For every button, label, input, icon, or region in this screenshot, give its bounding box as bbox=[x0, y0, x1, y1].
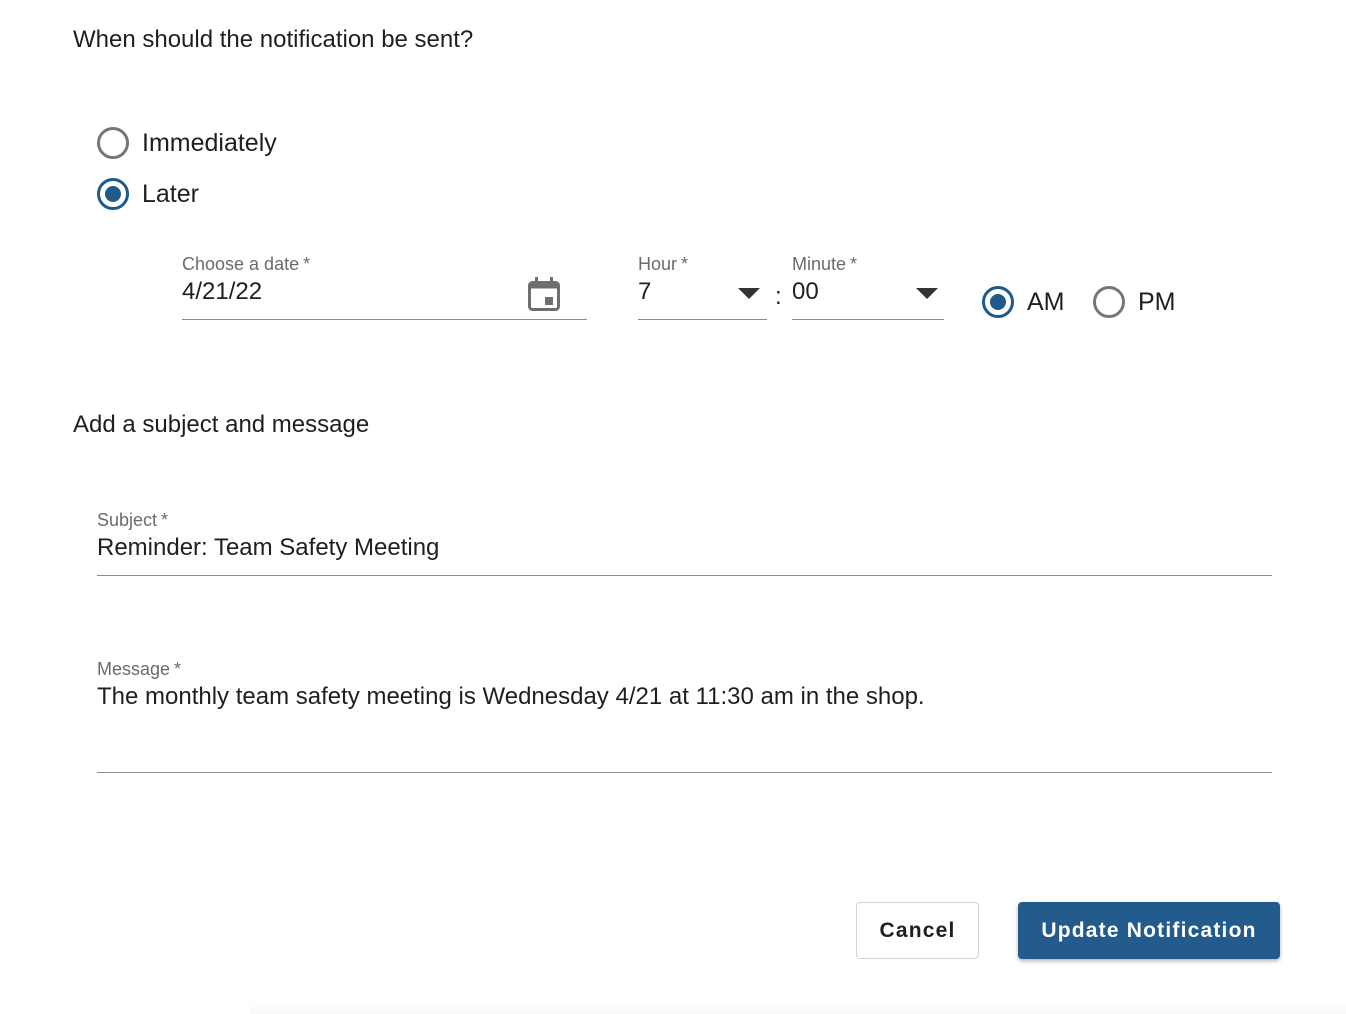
minute-underline bbox=[792, 319, 944, 320]
subject-label-text: Subject bbox=[97, 510, 158, 530]
required-mark: * bbox=[303, 254, 311, 274]
cancel-button[interactable]: Cancel bbox=[856, 902, 979, 959]
radio-pm-indicator[interactable] bbox=[1093, 286, 1125, 318]
radio-pm-label: PM bbox=[1138, 287, 1176, 316]
date-underline bbox=[182, 319, 587, 320]
required-mark: * bbox=[161, 510, 169, 530]
notification-form: When should the notification be sent? Im… bbox=[0, 0, 1346, 1014]
caret-down-icon[interactable] bbox=[916, 288, 938, 299]
message-textarea[interactable]: The monthly team safety meeting is Wedne… bbox=[97, 683, 925, 711]
date-label: Choose a date * bbox=[182, 254, 310, 275]
update-notification-button[interactable]: Update Notification bbox=[1018, 902, 1280, 959]
subject-field[interactable]: Subject * Reminder: Team Safety Meeting bbox=[97, 510, 1272, 578]
calendar-icon[interactable] bbox=[527, 276, 561, 312]
radio-immediately-label: Immediately bbox=[142, 128, 277, 157]
date-input[interactable]: 4/21/22 bbox=[182, 278, 262, 306]
minute-label-text: Minute bbox=[792, 254, 847, 274]
subject-input[interactable]: Reminder: Team Safety Meeting bbox=[97, 534, 439, 562]
time-separator: : bbox=[775, 283, 782, 310]
hour-select[interactable]: Hour * 7 bbox=[638, 254, 767, 322]
required-mark: * bbox=[174, 659, 182, 679]
bottom-shadow bbox=[250, 1002, 1346, 1014]
hour-underline bbox=[638, 319, 767, 320]
hour-value[interactable]: 7 bbox=[638, 278, 651, 306]
schedule-heading: When should the notification be sent? bbox=[73, 26, 474, 53]
radio-later-indicator[interactable] bbox=[97, 178, 129, 210]
message-field[interactable]: Message * The monthly team safety meeting… bbox=[97, 659, 1272, 775]
radio-option-later[interactable]: Later bbox=[97, 178, 199, 210]
required-mark: * bbox=[850, 254, 858, 274]
caret-down-icon[interactable] bbox=[738, 288, 760, 299]
subject-underline bbox=[97, 575, 1272, 576]
radio-am-indicator[interactable] bbox=[982, 286, 1014, 318]
radio-immediately-indicator[interactable] bbox=[97, 127, 129, 159]
date-label-text: Choose a date bbox=[182, 254, 300, 274]
subject-label: Subject * bbox=[97, 510, 168, 531]
message-label: Message * bbox=[97, 659, 181, 680]
content-heading: Add a subject and message bbox=[73, 411, 370, 438]
radio-am-label: AM bbox=[1027, 287, 1065, 316]
hour-label-text: Hour bbox=[638, 254, 678, 274]
required-mark: * bbox=[681, 254, 689, 274]
minute-label: Minute * bbox=[792, 254, 857, 275]
minute-value[interactable]: 00 bbox=[792, 278, 819, 306]
radio-later-label: Later bbox=[142, 179, 199, 208]
date-field[interactable]: Choose a date * 4/21/22 bbox=[182, 254, 587, 322]
message-underline bbox=[97, 772, 1272, 773]
radio-option-pm[interactable]: PM bbox=[1093, 286, 1176, 318]
message-label-text: Message bbox=[97, 659, 171, 679]
radio-option-am[interactable]: AM bbox=[982, 286, 1065, 318]
radio-option-immediately[interactable]: Immediately bbox=[97, 127, 277, 159]
minute-select[interactable]: Minute * 00 bbox=[792, 254, 944, 322]
hour-label: Hour * bbox=[638, 254, 688, 275]
